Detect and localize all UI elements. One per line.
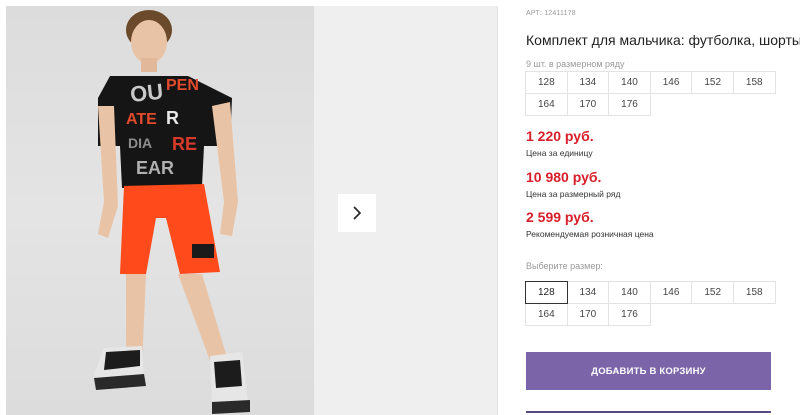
size-row-cell: 164 [525, 93, 568, 116]
svg-text:PEN: PEN [166, 77, 199, 94]
unit-price-label: Цена за единицу [526, 148, 593, 158]
unit-price: 1 220 руб. [526, 128, 594, 144]
size-row-cell: 140 [608, 71, 651, 94]
svg-text:ATE: ATE [126, 111, 157, 128]
choose-size-label: Выберите размер: [526, 261, 603, 271]
size-selector: 128 134 140 146 152 158 164 170 176 [525, 281, 776, 326]
size-row-price-label: Цена за размерный ряд [526, 189, 621, 199]
size-option[interactable]: 146 [649, 281, 693, 304]
size-option[interactable]: 140 [608, 281, 651, 304]
product-photo-illustration: OU PEN ATE R DIA RE EAR [94, 10, 250, 414]
size-option-selected[interactable]: 128 [525, 281, 568, 304]
add-to-cart-button[interactable]: ДОБАВИТЬ В КОРЗИНУ [526, 352, 771, 390]
size-option[interactable]: 158 [732, 281, 776, 304]
chevron-right-icon [353, 206, 362, 220]
svg-text:RE: RE [172, 134, 197, 154]
size-option[interactable]: 176 [608, 303, 651, 326]
product-photo[interactable]: OU PEN ATE R DIA RE EAR [6, 6, 314, 415]
gallery-divider [497, 6, 498, 415]
retail-price: 2 599 руб. [526, 209, 594, 225]
size-row-cell: 128 [525, 71, 568, 94]
size-option[interactable]: 170 [566, 303, 610, 326]
article-number: АРТ: 12411178 [526, 10, 576, 17]
size-row-cell: 170 [566, 93, 610, 116]
size-row-count: 9 шт. в размерном ряду [526, 59, 625, 69]
size-row-price: 10 980 руб. [526, 169, 602, 185]
next-button-edge [526, 411, 771, 413]
svg-text:EAR: EAR [136, 158, 174, 178]
size-option[interactable]: 134 [566, 281, 610, 304]
size-row-cell: 134 [566, 71, 610, 94]
size-option[interactable]: 152 [691, 281, 734, 304]
svg-text:DIA: DIA [128, 135, 152, 151]
size-row-cell: 152 [691, 71, 734, 94]
size-option[interactable]: 164 [525, 303, 568, 326]
size-row-cell: 176 [608, 93, 651, 116]
size-row-grid: 128 134 140 146 152 158 164 170 176 [525, 71, 776, 116]
size-row-cell: 146 [649, 71, 693, 94]
svg-text:R: R [166, 108, 179, 128]
svg-text:OU: OU [129, 79, 164, 107]
product-title: Комплект для мальчика: футболка, шорты [526, 32, 800, 48]
size-row-cell: 158 [732, 71, 776, 94]
next-photo-button[interactable] [338, 194, 376, 232]
retail-price-label: Рекомендуемая розничная цена [526, 229, 654, 239]
product-gallery: OU PEN ATE R DIA RE EAR [6, 6, 498, 415]
